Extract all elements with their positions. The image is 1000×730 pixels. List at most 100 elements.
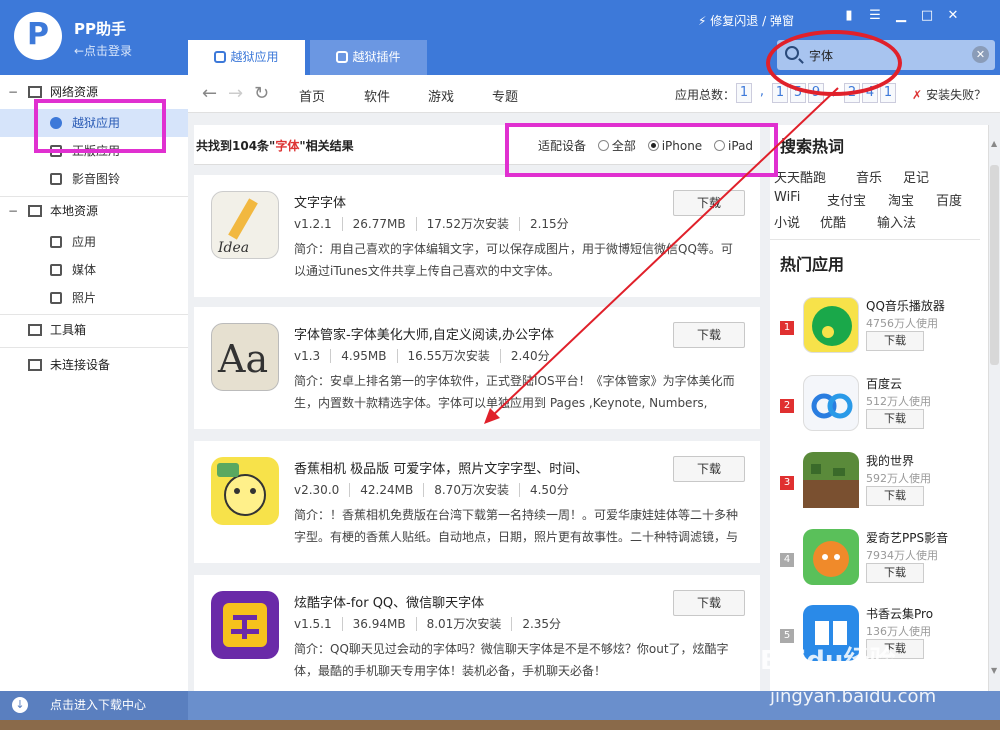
hot-word[interactable]: 音乐 (856, 167, 882, 186)
app-description: 简介：安卓上排名第一的字体软件，正式登陆IOS平台！《字体管家》为字体美化而生，… (294, 374, 735, 410)
download-center-button[interactable]: ↓ 点击进入下载中心 (0, 691, 188, 720)
banana-camera-icon (217, 463, 266, 516)
collapse-icon[interactable]: − (8, 198, 18, 224)
scrollbar[interactable]: ▲ ▼ (988, 125, 1000, 691)
download-button[interactable]: 下载 (866, 409, 924, 429)
tab-jailbreak-plugins[interactable]: 越狱插件 (310, 40, 427, 75)
close-button[interactable]: ✕ (940, 8, 966, 23)
toolbox-icon (28, 324, 42, 336)
video-icon (50, 264, 62, 276)
aa-font-icon: Aa (217, 337, 268, 381)
forward-arrow-icon[interactable]: → (228, 83, 243, 104)
nav-games[interactable]: 游戏 (428, 86, 454, 105)
sidebar-section-local[interactable]: − 本地资源 (0, 198, 188, 224)
scrollbar-thumb[interactable] (990, 165, 999, 365)
hot-word[interactable]: 小说 (774, 212, 800, 231)
sidebar-item-local-apps[interactable]: 应用 (0, 228, 188, 256)
sidebar-item-local-media[interactable]: 媒体 (0, 256, 188, 284)
hot-word[interactable]: WiFi (774, 190, 800, 205)
lightning-icon: ⚡ (698, 14, 707, 28)
app-thumbnail: Aa (211, 323, 279, 391)
rank-badge: 1 (780, 321, 794, 335)
sidebar-item-photos[interactable]: 照片 (0, 284, 188, 312)
pencil-icon: Idea (217, 198, 258, 256)
app-title[interactable]: 香蕉相机 极品版 可爱字体，照片文字字型、时间、 (294, 458, 588, 477)
back-arrow-icon[interactable]: ← (202, 83, 217, 104)
collapse-icon[interactable]: − (8, 79, 18, 105)
hot-word[interactable]: 优酷 (820, 212, 846, 231)
hot-word[interactable]: 输入法 (877, 212, 916, 231)
nav-topics[interactable]: 专题 (492, 86, 518, 105)
tab-label: 越狱插件 (352, 50, 401, 64)
minimize-button[interactable]: ▁ (888, 8, 914, 23)
scroll-up-icon[interactable]: ▲ (991, 139, 997, 148)
download-button[interactable]: 下载 (673, 456, 745, 482)
app-meta: v1.5.1 36.94MB 8.01万次安装 2.35分 (294, 615, 581, 632)
hot-word[interactable]: 支付宝 (827, 190, 866, 209)
hot-word[interactable]: 天天酷跑 (774, 167, 826, 186)
download-button[interactable]: 下载 (866, 331, 924, 351)
hot-app-item[interactable]: 2 百度云 512万人使用 下载 (770, 373, 980, 449)
item-label: 照片 (72, 291, 97, 305)
download-button[interactable]: 下载 (673, 590, 745, 616)
divider (0, 314, 188, 315)
download-button[interactable]: 下载 (673, 322, 745, 348)
login-link[interactable]: ←点击登录 (74, 42, 132, 59)
search-keyword: 字体 (275, 139, 300, 153)
result-card[interactable]: 炫酷字体-for QQ、微信聊天字体 v1.5.1 36.94MB 8.01万次安装… (194, 575, 760, 691)
clear-search-icon[interactable]: ✕ (972, 46, 989, 63)
app-title[interactable]: 文字字体 (294, 192, 346, 211)
section-label: 本地资源 (50, 204, 99, 218)
tab-jailbreak-apps[interactable]: 越狱应用 (188, 40, 305, 75)
download-button[interactable]: 下载 (673, 190, 745, 216)
refresh-icon[interactable]: ↻ (254, 83, 269, 104)
nav-home[interactable]: 首页 (299, 86, 325, 105)
hot-app-name[interactable]: 我的世界 (866, 452, 914, 469)
sidebar-section-toolbox[interactable]: 工具箱 (0, 317, 188, 343)
skin-icon[interactable]: ▮ (836, 8, 862, 23)
sidebar-section-device[interactable]: 未连接设备 (0, 352, 188, 378)
hot-app-name[interactable]: 百度云 (866, 375, 902, 392)
hot-word[interactable]: 百度 (936, 190, 962, 209)
hot-app-item[interactable]: 4 爱奇艺PPS影音 7934万人使用 下载 (770, 527, 980, 603)
app-version: v1.5.1 (294, 617, 343, 631)
install-fail-link[interactable]: ✗ 安装失败？ (912, 86, 986, 103)
hot-word[interactable]: 淘宝 (888, 190, 914, 209)
menu-icon[interactable]: ☰ (862, 8, 888, 23)
hot-apps-title: 热门应用 (780, 255, 845, 274)
device-icon (28, 359, 42, 371)
hot-app-name[interactable]: 爱奇艺PPS影音 (866, 529, 948, 546)
hot-word[interactable]: 足记 (903, 167, 929, 186)
item-label: 媒体 (72, 263, 97, 277)
app-score: 2.35分 (522, 617, 562, 631)
maximize-button[interactable]: □ (914, 8, 940, 23)
baidu-watermark: Baidu经验 (760, 646, 896, 676)
hot-app-item[interactable]: 3 我的世界 592万人使用 下载 (770, 450, 980, 526)
app-version: v1.3 (294, 349, 332, 363)
scroll-down-icon[interactable]: ▼ (991, 666, 997, 675)
app-title[interactable]: 炫酷字体-for QQ、微信聊天字体 (294, 592, 484, 611)
app-meta: v1.2.1 26.77MB 17.52万次安装 2.15分 (294, 215, 589, 232)
app-size: 36.94MB (352, 617, 417, 631)
sidebar-item-media[interactable]: 影音图铃 (0, 165, 188, 193)
hot-app-name[interactable]: QQ音乐播放器 (866, 297, 945, 314)
result-card[interactable]: Aa 字体管家-字体美化大师,自定义阅读,办公字体 v1.3 4.95MB 16.5… (194, 307, 760, 429)
grid-icon (50, 236, 62, 248)
hot-app-users: 7934万人使用 (866, 549, 938, 562)
results-list: 共找到104条"字体"相关结果 适配设备 全部 iPhone iPad Idea… (194, 125, 760, 691)
nav-software[interactable]: 软件 (364, 86, 390, 105)
app-description: 简介：QQ聊天见过会动的字体吗？微信聊天字体是不是不够炫？你out了，炫酷字体，… (294, 642, 729, 678)
download-button[interactable]: 下载 (866, 563, 924, 583)
app-size: 4.95MB (341, 349, 398, 363)
result-card[interactable]: Idea 文字字体 v1.2.1 26.77MB 17.52万次安装 2.15分 简介… (194, 175, 760, 297)
fail-label: 安装失败？ (926, 88, 987, 102)
result-card[interactable]: 香蕉相机 极品版 可爱字体，照片文字字型、时间、 v2.30.0 42.24MB 8… (194, 441, 760, 563)
cool-font-icon (223, 603, 267, 647)
wrench-icon: ✗ (912, 88, 923, 102)
hot-app-item[interactable]: 1 QQ音乐播放器 4756万人使用 下载 (770, 295, 980, 371)
hot-app-name[interactable]: 书香云集Pro (866, 605, 933, 622)
repair-crash-button[interactable]: ⚡ 修复闪退 / 弹窗 (698, 12, 794, 29)
app-title[interactable]: 字体管家-字体美化大师,自定义阅读,办公字体 (294, 324, 554, 343)
download-button[interactable]: 下载 (866, 486, 924, 506)
minecraft-icon (803, 452, 859, 508)
